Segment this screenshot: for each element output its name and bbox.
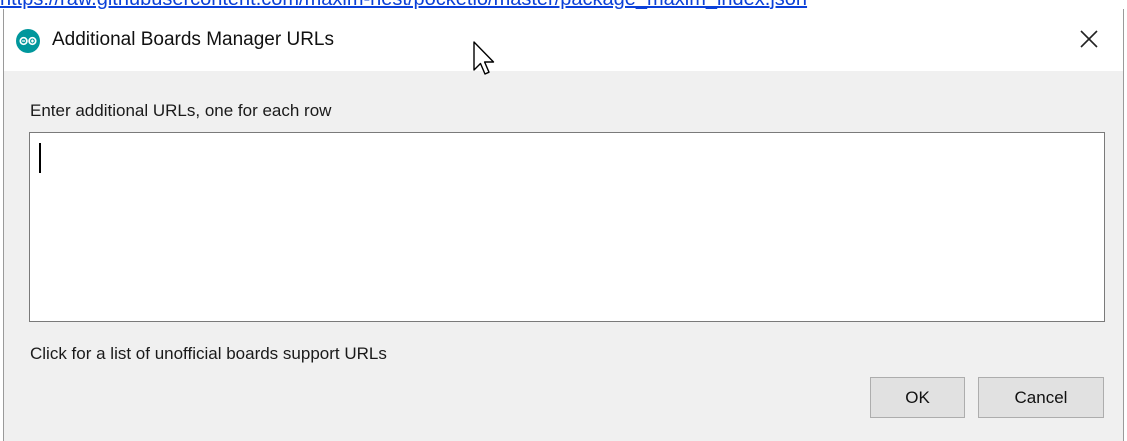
mouse-pointer-icon [472, 40, 496, 78]
cancel-button[interactable]: Cancel [978, 377, 1104, 418]
close-icon[interactable] [1073, 23, 1105, 55]
text-caret [39, 143, 41, 173]
ok-button[interactable]: OK [870, 377, 965, 418]
unofficial-boards-link[interactable]: Click for a list of unofficial boards su… [30, 344, 387, 364]
boards-manager-urls-dialog: Additional Boards Manager URLs Enter add… [3, 9, 1124, 441]
title-bar[interactable]: Additional Boards Manager URLs [4, 9, 1123, 71]
screen: https://raw.githubusercontent.com/maxim-… [0, 0, 1127, 441]
additional-urls-textarea[interactable] [29, 132, 1105, 322]
dialog-title: Additional Boards Manager URLs [52, 29, 334, 50]
background-url-link[interactable]: https://raw.githubusercontent.com/maxim-… [0, 0, 807, 9]
url-prompt-label: Enter additional URLs, one for each row [30, 101, 332, 120]
arduino-icon [16, 29, 40, 53]
